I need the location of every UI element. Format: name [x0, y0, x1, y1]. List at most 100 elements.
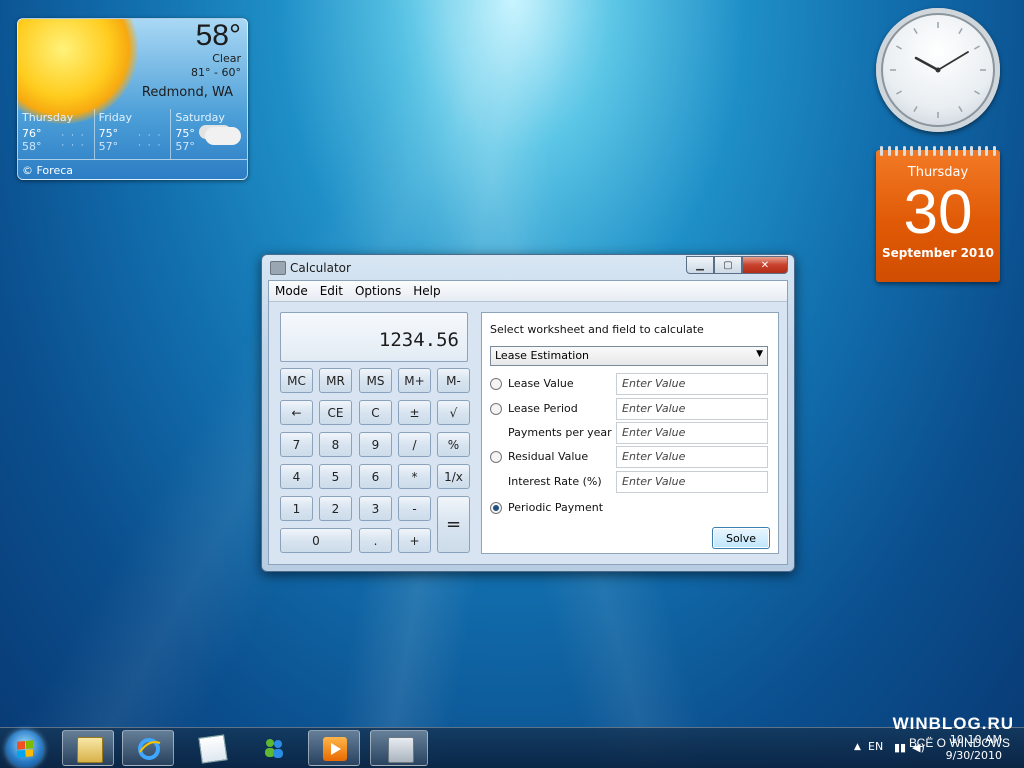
key-percent[interactable]: %: [437, 432, 470, 457]
messenger-icon: [262, 736, 286, 760]
key-5[interactable]: 5: [319, 464, 352, 489]
key-ce[interactable]: CE: [319, 400, 352, 425]
key-6[interactable]: 6: [359, 464, 392, 489]
menu-mode[interactable]: Mode: [269, 284, 314, 298]
key-decimal[interactable]: .: [359, 528, 392, 553]
key-ms[interactable]: MS: [359, 368, 392, 393]
lease-value-input[interactable]: Enter Value: [616, 373, 768, 395]
key-2[interactable]: 2: [319, 496, 352, 521]
taskbar-ie-button[interactable]: [122, 730, 174, 766]
calendar-rings: [880, 146, 996, 156]
radio-lease-period[interactable]: [490, 403, 502, 415]
lease-period-input[interactable]: Enter Value: [616, 398, 768, 420]
worksheet-panel: Select worksheet and field to calculate …: [481, 312, 779, 554]
field-label: Interest Rate (%): [508, 475, 602, 488]
key-reciprocal[interactable]: 1/x: [437, 464, 470, 489]
key-7[interactable]: 7: [280, 432, 313, 457]
forecast-day: Friday 75° 57° · · · · · ·: [95, 109, 172, 159]
key-8[interactable]: 8: [319, 432, 352, 457]
maximize-button[interactable]: ▢: [714, 256, 742, 274]
field-row-interest-rate: Interest Rate (%) Enter Value: [490, 471, 768, 493]
key-1[interactable]: 1: [280, 496, 313, 521]
field-label: Residual Value: [508, 450, 589, 463]
key-divide[interactable]: /: [398, 432, 431, 457]
key-9[interactable]: 9: [359, 432, 392, 457]
taskbar-mail-button[interactable]: [186, 730, 238, 766]
watermark-site: WINBLOG.RU: [892, 714, 1014, 733]
key-mc[interactable]: MC: [280, 368, 313, 393]
solve-button[interactable]: Solve: [712, 527, 770, 549]
key-0[interactable]: 0: [280, 528, 352, 553]
radio-periodic-payment[interactable]: [490, 502, 502, 514]
internet-explorer-icon: [137, 737, 161, 761]
interest-rate-input[interactable]: Enter Value: [616, 471, 768, 493]
key-sqrt[interactable]: √: [437, 400, 470, 425]
residual-value-input[interactable]: Enter Value: [616, 446, 768, 468]
calculator-icon: [270, 261, 286, 275]
radio-lease-value[interactable]: [490, 378, 502, 390]
calculator-window[interactable]: Calculator ▁ ▢ ✕ Mode Edit Options Help …: [261, 254, 795, 572]
calendar-day-number: 30: [903, 178, 973, 247]
key-4[interactable]: 4: [280, 464, 313, 489]
taskbar-messenger-button[interactable]: [248, 730, 300, 766]
display-value: 1234.56: [378, 329, 459, 351]
key-3[interactable]: 3: [359, 496, 392, 521]
menu-options[interactable]: Options: [349, 284, 407, 298]
worksheet-selected-value: Lease Estimation: [495, 349, 590, 362]
site-watermark: WINBLOG.RU ВСЁ О WINDOWS: [874, 714, 1014, 758]
field-label: Lease Value: [508, 377, 574, 390]
weather-credit[interactable]: © Foreca: [22, 164, 73, 177]
mail-icon: [198, 734, 228, 764]
window-title: Calculator: [290, 261, 351, 275]
calculator-client-area: Mode Edit Options Help 1234.56 MC MR MS …: [268, 280, 788, 565]
weather-condition: Clear: [212, 52, 241, 65]
field-row-lease-period: Lease Period Enter Value: [490, 398, 768, 420]
field-placeholder: Enter Value: [622, 402, 686, 415]
clock-gadget[interactable]: [876, 8, 1000, 132]
minimize-button[interactable]: ▁: [686, 256, 714, 274]
key-c[interactable]: C: [359, 400, 392, 425]
forecast-day: Thursday 76° 58° · · · · · ·: [18, 109, 95, 159]
chevron-down-icon: ▼: [756, 349, 763, 359]
key-negate[interactable]: ±: [398, 400, 431, 425]
key-add[interactable]: +: [398, 528, 431, 553]
radio-residual-value[interactable]: [490, 451, 502, 463]
payments-per-year-input[interactable]: Enter Value: [616, 422, 768, 444]
sun-icon: · · · · · ·: [61, 131, 86, 151]
calendar-gadget[interactable]: Thursday 30 September 2010: [876, 146, 1000, 282]
worksheet-header: Select worksheet and field to calculate: [490, 323, 704, 336]
key-subtract[interactable]: -: [398, 496, 431, 521]
taskbar-calculator-button[interactable]: [370, 730, 428, 766]
forecast-day-name: Thursday: [22, 111, 74, 124]
forecast-day-name: Saturday: [175, 111, 225, 124]
menu-help[interactable]: Help: [407, 284, 446, 298]
key-m-plus[interactable]: M+: [398, 368, 431, 393]
start-button[interactable]: [6, 730, 44, 768]
field-row-payments-per-year: Payments per year Enter Value: [490, 422, 768, 444]
key-multiply[interactable]: *: [398, 464, 431, 489]
taskbar-media-player-button[interactable]: [308, 730, 360, 766]
maximize-icon: ▢: [723, 259, 733, 271]
calculator-display: 1234.56: [280, 312, 468, 362]
forecast-day: Saturday 75° 57°: [171, 109, 247, 159]
media-player-icon: [323, 737, 347, 761]
field-placeholder: Enter Value: [622, 426, 686, 439]
field-row-lease-value: Lease Value Enter Value: [490, 373, 768, 395]
worksheet-select[interactable]: Lease Estimation ▼: [490, 346, 768, 366]
key-backspace[interactable]: ←: [280, 400, 313, 425]
weather-forecast: Thursday 76° 58° · · · · · · Friday 75° 5…: [18, 109, 247, 159]
menu-edit[interactable]: Edit: [314, 284, 349, 298]
forecast-day-name: Friday: [98, 111, 133, 124]
windows-logo-icon: [17, 740, 33, 758]
field-label: Lease Period: [508, 402, 578, 415]
window-titlebar[interactable]: Calculator ▁ ▢ ✕: [262, 255, 794, 279]
divider: [18, 159, 247, 160]
key-m-minus[interactable]: M-: [437, 368, 470, 393]
taskbar: ▲ EN ▮▮ ◀) 10:10 AM 9/30/2010: [0, 727, 1024, 768]
taskbar-explorer-button[interactable]: [62, 730, 114, 766]
key-mr[interactable]: MR: [319, 368, 352, 393]
weather-gadget[interactable]: 58° Clear 81° - 60° Redmond, WA Thursday…: [17, 18, 248, 180]
key-equals[interactable]: =: [437, 496, 470, 553]
close-button[interactable]: ✕: [742, 256, 788, 274]
show-hidden-icons-icon[interactable]: ▲: [854, 742, 861, 752]
